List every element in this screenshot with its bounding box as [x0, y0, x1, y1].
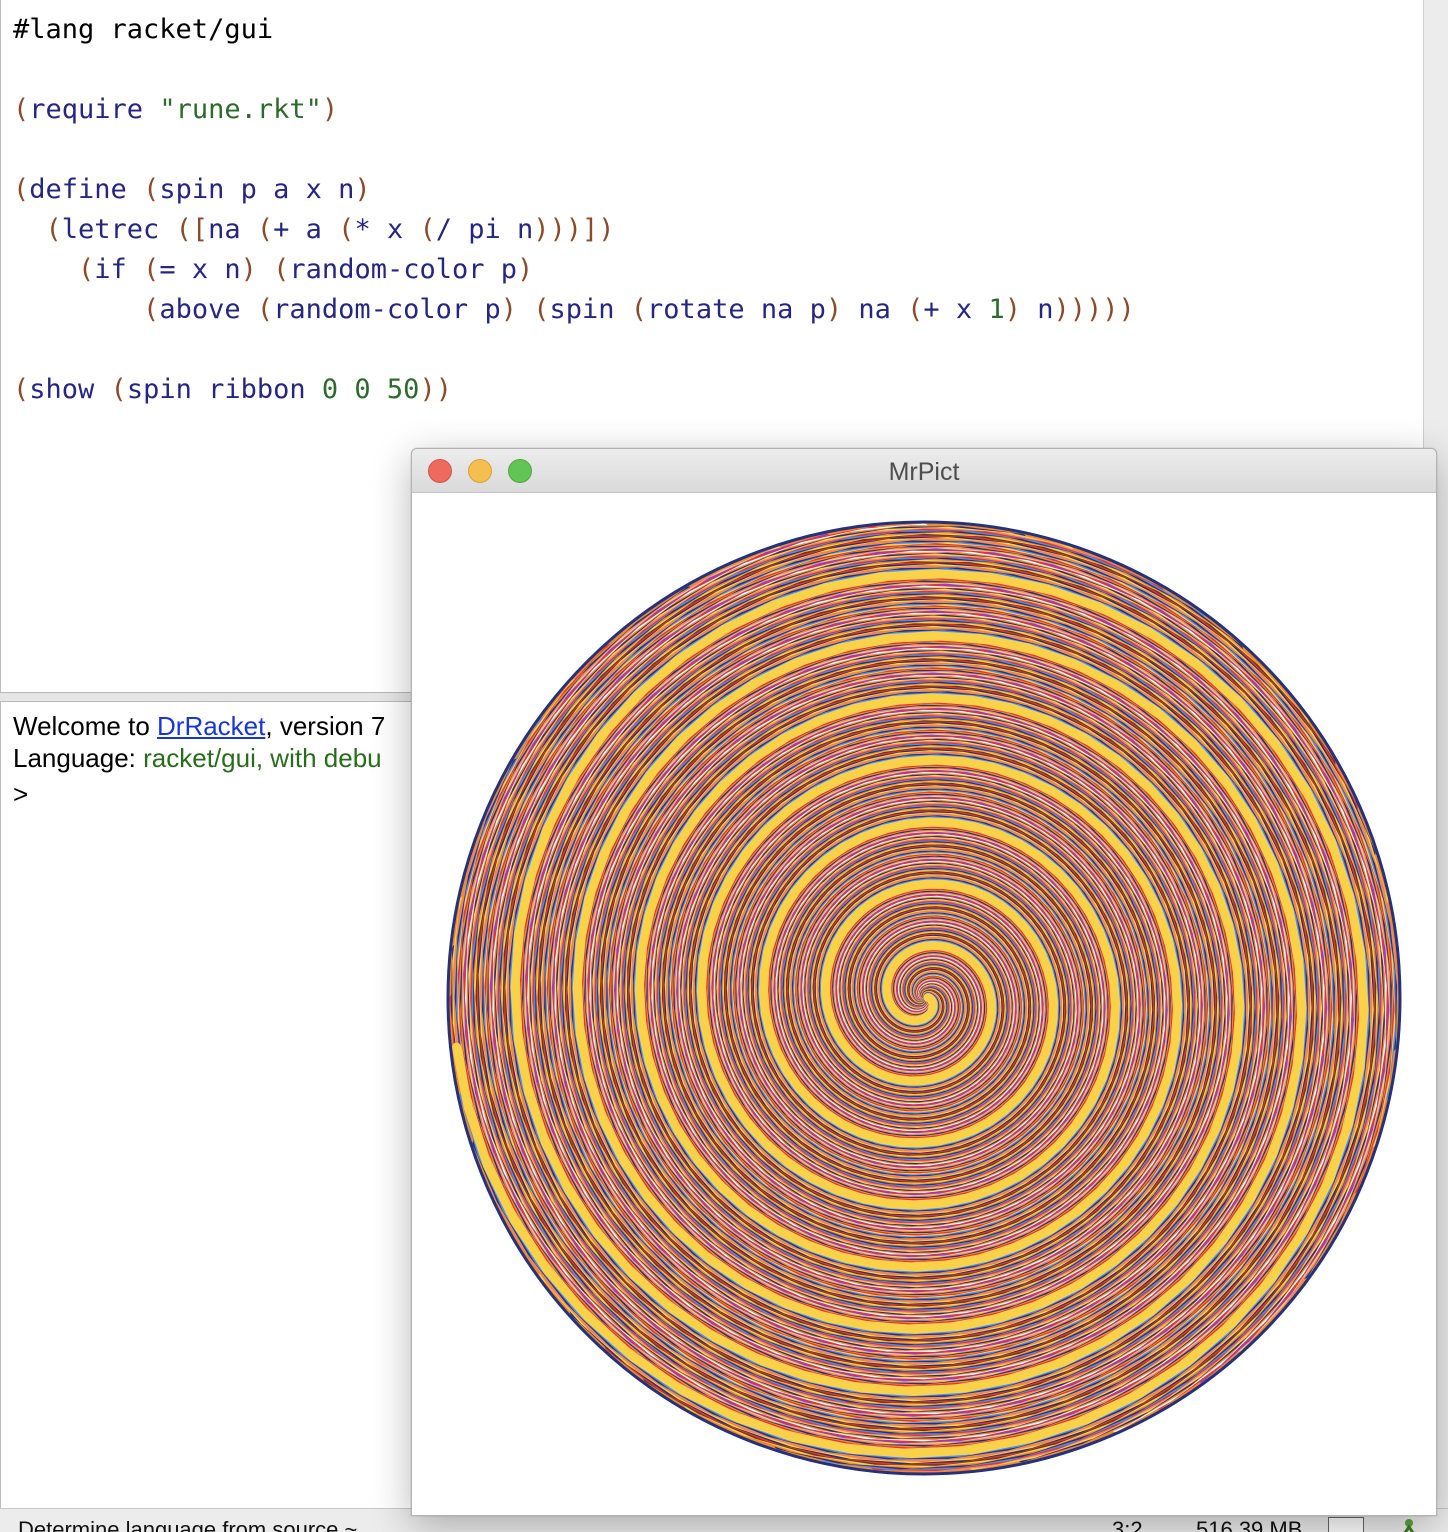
code-token: n [1020, 294, 1054, 325]
code-token: random-color p [289, 254, 517, 285]
code-token: ) [500, 294, 517, 325]
code-token: na [842, 294, 908, 325]
code-token: ( [630, 294, 648, 325]
code-token: ))))) [1053, 294, 1135, 325]
pict-canvas [412, 493, 1436, 1515]
code-token: / pi n [435, 214, 534, 245]
code-token: ) [825, 294, 843, 325]
welcome-line: Welcome to DrRacket, version 7 [13, 710, 385, 742]
code-token: ( [256, 294, 274, 325]
code-token: ( [143, 174, 160, 205]
code-token: ) [354, 174, 371, 205]
code-token: na [208, 214, 257, 245]
code-token: ( [45, 214, 62, 245]
window-title: MrPict [888, 458, 960, 486]
code-token: + x [923, 294, 989, 325]
repl-prompt[interactable]: > [13, 778, 385, 810]
mrpict-window[interactable]: MrPict [411, 448, 1437, 1516]
mrpict-titlebar[interactable]: MrPict [412, 449, 1436, 493]
code-token: ( [13, 374, 30, 405]
code-token: * x [354, 214, 420, 245]
code-token: above [159, 294, 257, 325]
code-line[interactable]: (define (spin p a x n) [13, 170, 1135, 210]
code-line[interactable]: (show (spin ribbon 0 0 50)) [13, 370, 1135, 410]
code-token: spin [549, 294, 631, 325]
code-token: #lang racket/gui [13, 14, 274, 45]
code-token: ) [1004, 294, 1021, 325]
spiral-image [446, 520, 1402, 1476]
code-token: 0 0 50 [321, 374, 420, 405]
code-token: + a [273, 214, 339, 245]
code-token: ( [338, 214, 355, 245]
code-token: ( [78, 254, 95, 285]
code-line[interactable]: (if (= x n) (random-color p) [13, 250, 1135, 290]
code-token: ) [240, 254, 257, 285]
code-token: ( [533, 294, 550, 325]
code-token: if [94, 254, 144, 285]
language-line: Language: racket/gui, with debu [13, 742, 385, 774]
memory-usage[interactable]: 516.39 MB [1196, 1517, 1302, 1532]
code-line[interactable]: (require "rune.rkt") [13, 90, 1135, 130]
code-token: ( [907, 294, 924, 325]
repl-output: Welcome to DrRacket, version 7 Language:… [13, 710, 385, 810]
code-line[interactable] [13, 330, 1135, 370]
cursor-position: 3:2 [1112, 1517, 1143, 1532]
running-icon [1396, 1517, 1422, 1532]
code-token: ([ [175, 214, 209, 245]
language-selector[interactable]: Determine language from source ~ [18, 1517, 357, 1532]
code-token: random-color p [273, 294, 501, 325]
code-token: )))]) [533, 214, 615, 245]
welcome-prefix: Welcome to [13, 711, 158, 741]
source-code[interactable]: #lang racket/gui (require "rune.rkt") (def… [13, 10, 1135, 410]
language-label: Language: [13, 743, 144, 773]
code-token: rotate na p [647, 294, 826, 325]
code-token: ) [517, 254, 534, 285]
code-line[interactable]: (letrec ([na (+ a (* x (/ pi n)))]) [13, 210, 1135, 250]
code-token: show [29, 374, 111, 405]
code-token: ( [143, 254, 160, 285]
code-token: ( [13, 174, 30, 205]
code-token: ( [419, 214, 436, 245]
drracket-link[interactable]: DrRacket [157, 711, 265, 741]
code-token: ( [110, 374, 127, 405]
code-token: define [29, 174, 144, 205]
code-line[interactable]: #lang racket/gui [13, 10, 1135, 50]
code-line[interactable] [13, 50, 1135, 90]
code-token: = x n [159, 254, 241, 285]
code-token: ( [273, 254, 290, 285]
code-token: require [29, 94, 160, 125]
code-token: spin p a x n [159, 174, 355, 205]
code-token: ( [256, 214, 274, 245]
code-token: spin ribbon [126, 374, 322, 405]
code-token: ) [321, 94, 339, 125]
code-line[interactable] [13, 130, 1135, 170]
code-token: letrec [61, 214, 176, 245]
code-token: "rune.rkt" [159, 94, 322, 125]
code-token: 1 [988, 294, 1005, 325]
code-token: )) [419, 374, 452, 405]
code-token: ( [143, 294, 160, 325]
code-token: ( [13, 94, 30, 125]
gc-indicator [1328, 1517, 1364, 1532]
code-line[interactable]: (above (random-color p) (spin (rotate na… [13, 290, 1135, 330]
language-value: racket/gui, with debu [143, 743, 382, 773]
welcome-suffix: , version 7 [265, 711, 386, 741]
